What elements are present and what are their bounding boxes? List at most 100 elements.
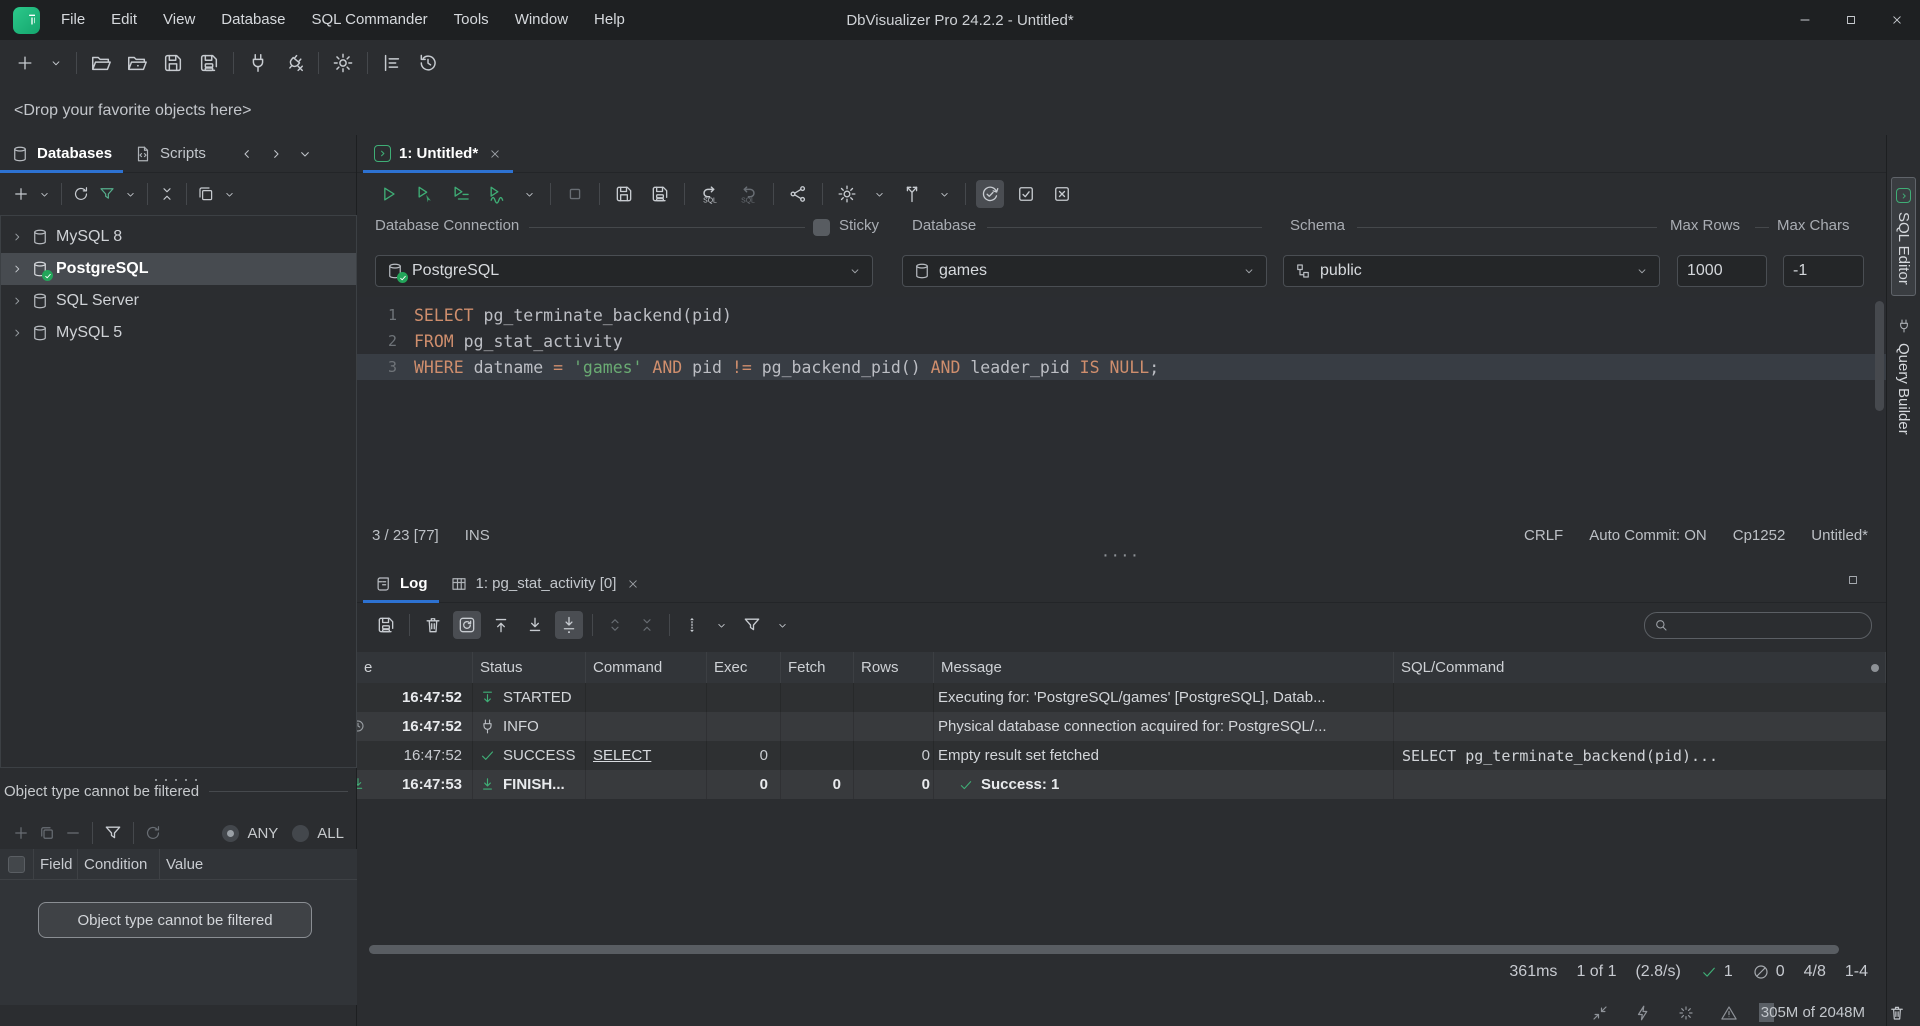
col-rows[interactable]: Rows xyxy=(854,652,934,683)
col-message[interactable]: Message xyxy=(934,652,1394,683)
stop-button[interactable] xyxy=(561,180,589,208)
menu-help[interactable]: Help xyxy=(581,0,638,40)
new-object-button[interactable] xyxy=(11,49,39,77)
log-clear-button[interactable] xyxy=(419,611,447,639)
chevron-right-icon[interactable] xyxy=(10,326,24,340)
variables-button[interactable] xyxy=(784,180,812,208)
sql-redo-button[interactable] xyxy=(733,179,763,209)
tab-scroll-right-icon[interactable] xyxy=(268,146,284,162)
save-sql-as-button[interactable] xyxy=(646,180,674,208)
execute-current-button[interactable] xyxy=(411,180,439,208)
col-sql-command[interactable]: SQL/Command xyxy=(1394,652,1886,683)
tab-databases[interactable]: Databases xyxy=(0,135,123,172)
tree-add-dropdown[interactable] xyxy=(34,184,55,205)
new-object-dropdown[interactable] xyxy=(45,52,67,74)
execute-button[interactable] xyxy=(375,180,403,208)
log-filter-dropdown[interactable] xyxy=(772,615,793,636)
log-command-link[interactable]: SELECT xyxy=(593,747,651,764)
editor-settings-button[interactable] xyxy=(833,180,861,208)
tree-open-window-dropdown[interactable] xyxy=(219,184,240,205)
log-collapse-button[interactable] xyxy=(634,612,660,638)
chevron-right-icon[interactable] xyxy=(10,230,24,244)
format-sql-button[interactable] xyxy=(898,180,926,208)
log-row-1[interactable]: 16:47:52 STARTED Executing for: 'Postgre… xyxy=(357,683,1886,712)
tab-untitled-editor[interactable]: 1: Untitled* xyxy=(363,135,513,172)
disconnect-button[interactable] xyxy=(279,48,309,78)
save-sql-button[interactable] xyxy=(610,180,638,208)
filter-col-condition[interactable]: Condition xyxy=(78,849,160,879)
vtab-sql-editor[interactable]: SQL Editor xyxy=(1891,177,1916,296)
eol-indicator[interactable]: CRLF xyxy=(1524,527,1563,544)
tab-list-icon[interactable] xyxy=(297,146,313,162)
editor-log-splitter[interactable]: ···· xyxy=(357,548,1886,562)
log-export-button[interactable] xyxy=(372,611,400,639)
maximize-pane-button[interactable] xyxy=(1846,573,1860,587)
encoding-indicator[interactable]: Cp1252 xyxy=(1733,527,1786,544)
execute-explain-button[interactable] xyxy=(483,180,511,208)
menu-sql-commander[interactable]: SQL Commander xyxy=(299,0,441,40)
log-row-3[interactable]: 16:47:52 SUCCESS SELECT 0 0 Empty result… xyxy=(357,741,1886,770)
col-fetch[interactable]: Fetch xyxy=(781,652,854,683)
col-command[interactable]: Command xyxy=(586,652,707,683)
tab-close-button[interactable] xyxy=(488,147,502,161)
warnings-button[interactable] xyxy=(1716,1000,1742,1026)
sticky-checkbox[interactable] xyxy=(813,219,830,236)
tree-item-mysql5[interactable]: MySQL 5 xyxy=(1,317,356,349)
chevron-right-icon[interactable] xyxy=(10,294,24,308)
menu-database[interactable]: Database xyxy=(208,0,298,40)
tree-filter-button[interactable] xyxy=(94,181,120,207)
format-sql-dropdown[interactable] xyxy=(934,184,955,205)
code-line-1[interactable]: 1 SELECT pg_terminate_backend(pid) xyxy=(357,302,1886,328)
tab-log[interactable]: Log xyxy=(363,565,439,602)
log-row-2[interactable]: 16:47:52 INFO Physical database connecti… xyxy=(357,712,1886,741)
execute-dropdown[interactable] xyxy=(519,184,540,205)
filter-add-button[interactable] xyxy=(8,820,34,846)
filter-disabled-button[interactable]: Object type cannot be filtered xyxy=(38,902,312,938)
log-scroll-top-button[interactable] xyxy=(487,611,515,639)
log-expand-button[interactable] xyxy=(602,612,628,638)
tree-item-sqlserver[interactable]: SQL Server xyxy=(1,285,356,317)
maxchars-input[interactable] xyxy=(1783,255,1864,287)
log-row-height-dropdown[interactable] xyxy=(711,615,732,636)
open-recent-button[interactable] xyxy=(122,48,152,78)
sql-undo-button[interactable] xyxy=(695,179,725,209)
connect-button[interactable] xyxy=(243,48,273,78)
table-settings-dot[interactable] xyxy=(1871,664,1879,672)
connection-select[interactable]: PostgreSQL xyxy=(375,255,873,287)
code-line-3-current[interactable]: 3 WHERE datname = 'games' AND pid != pg_… xyxy=(357,354,1886,380)
editor-settings-dropdown[interactable] xyxy=(869,184,890,205)
tree-collapse-all-button[interactable] xyxy=(154,181,180,207)
menu-window[interactable]: Window xyxy=(502,0,581,40)
menu-edit[interactable]: Edit xyxy=(98,0,150,40)
commit-button[interactable] xyxy=(1012,180,1040,208)
radio-all[interactable] xyxy=(292,825,309,842)
log-filter-button[interactable] xyxy=(738,611,766,639)
col-exec[interactable]: Exec xyxy=(707,652,781,683)
history-button[interactable] xyxy=(413,48,443,78)
tree-open-window-button[interactable] xyxy=(193,181,219,207)
database-select[interactable]: games xyxy=(902,255,1267,287)
shrink-memory-button[interactable] xyxy=(1587,1000,1613,1026)
code-line-2[interactable]: 2 FROM pg_stat_activity xyxy=(357,328,1886,354)
vtab-query-builder[interactable]: Query Builder xyxy=(1892,308,1915,445)
col-time[interactable]: e xyxy=(357,652,473,683)
performance-button[interactable] xyxy=(1630,1000,1656,1026)
tab-scripts[interactable]: Scripts xyxy=(123,135,217,172)
tree-refresh-button[interactable] xyxy=(68,181,94,207)
save-as-button[interactable] xyxy=(194,48,224,78)
filter-col-value[interactable]: Value xyxy=(160,849,357,879)
log-horizontal-scrollbar[interactable] xyxy=(369,945,1839,954)
chevron-right-icon[interactable] xyxy=(10,262,24,276)
auto-commit-toggle[interactable] xyxy=(976,180,1004,208)
tab-result-set[interactable]: 1: pg_stat_activity [0] xyxy=(439,565,652,602)
execute-buffer-button[interactable] xyxy=(447,180,475,208)
gc-button[interactable] xyxy=(1884,1000,1910,1026)
schema-select[interactable]: public xyxy=(1283,255,1660,287)
charts-button[interactable] xyxy=(377,48,407,78)
log-row-height-button[interactable] xyxy=(679,612,705,638)
filter-remove-button[interactable] xyxy=(60,820,86,846)
log-row-4[interactable]: 16:47:53 FINISH... 0 0 0 Success: 1 xyxy=(357,770,1886,799)
save-button[interactable] xyxy=(158,48,188,78)
settings-button[interactable] xyxy=(328,48,358,78)
radio-any[interactable] xyxy=(222,825,239,842)
